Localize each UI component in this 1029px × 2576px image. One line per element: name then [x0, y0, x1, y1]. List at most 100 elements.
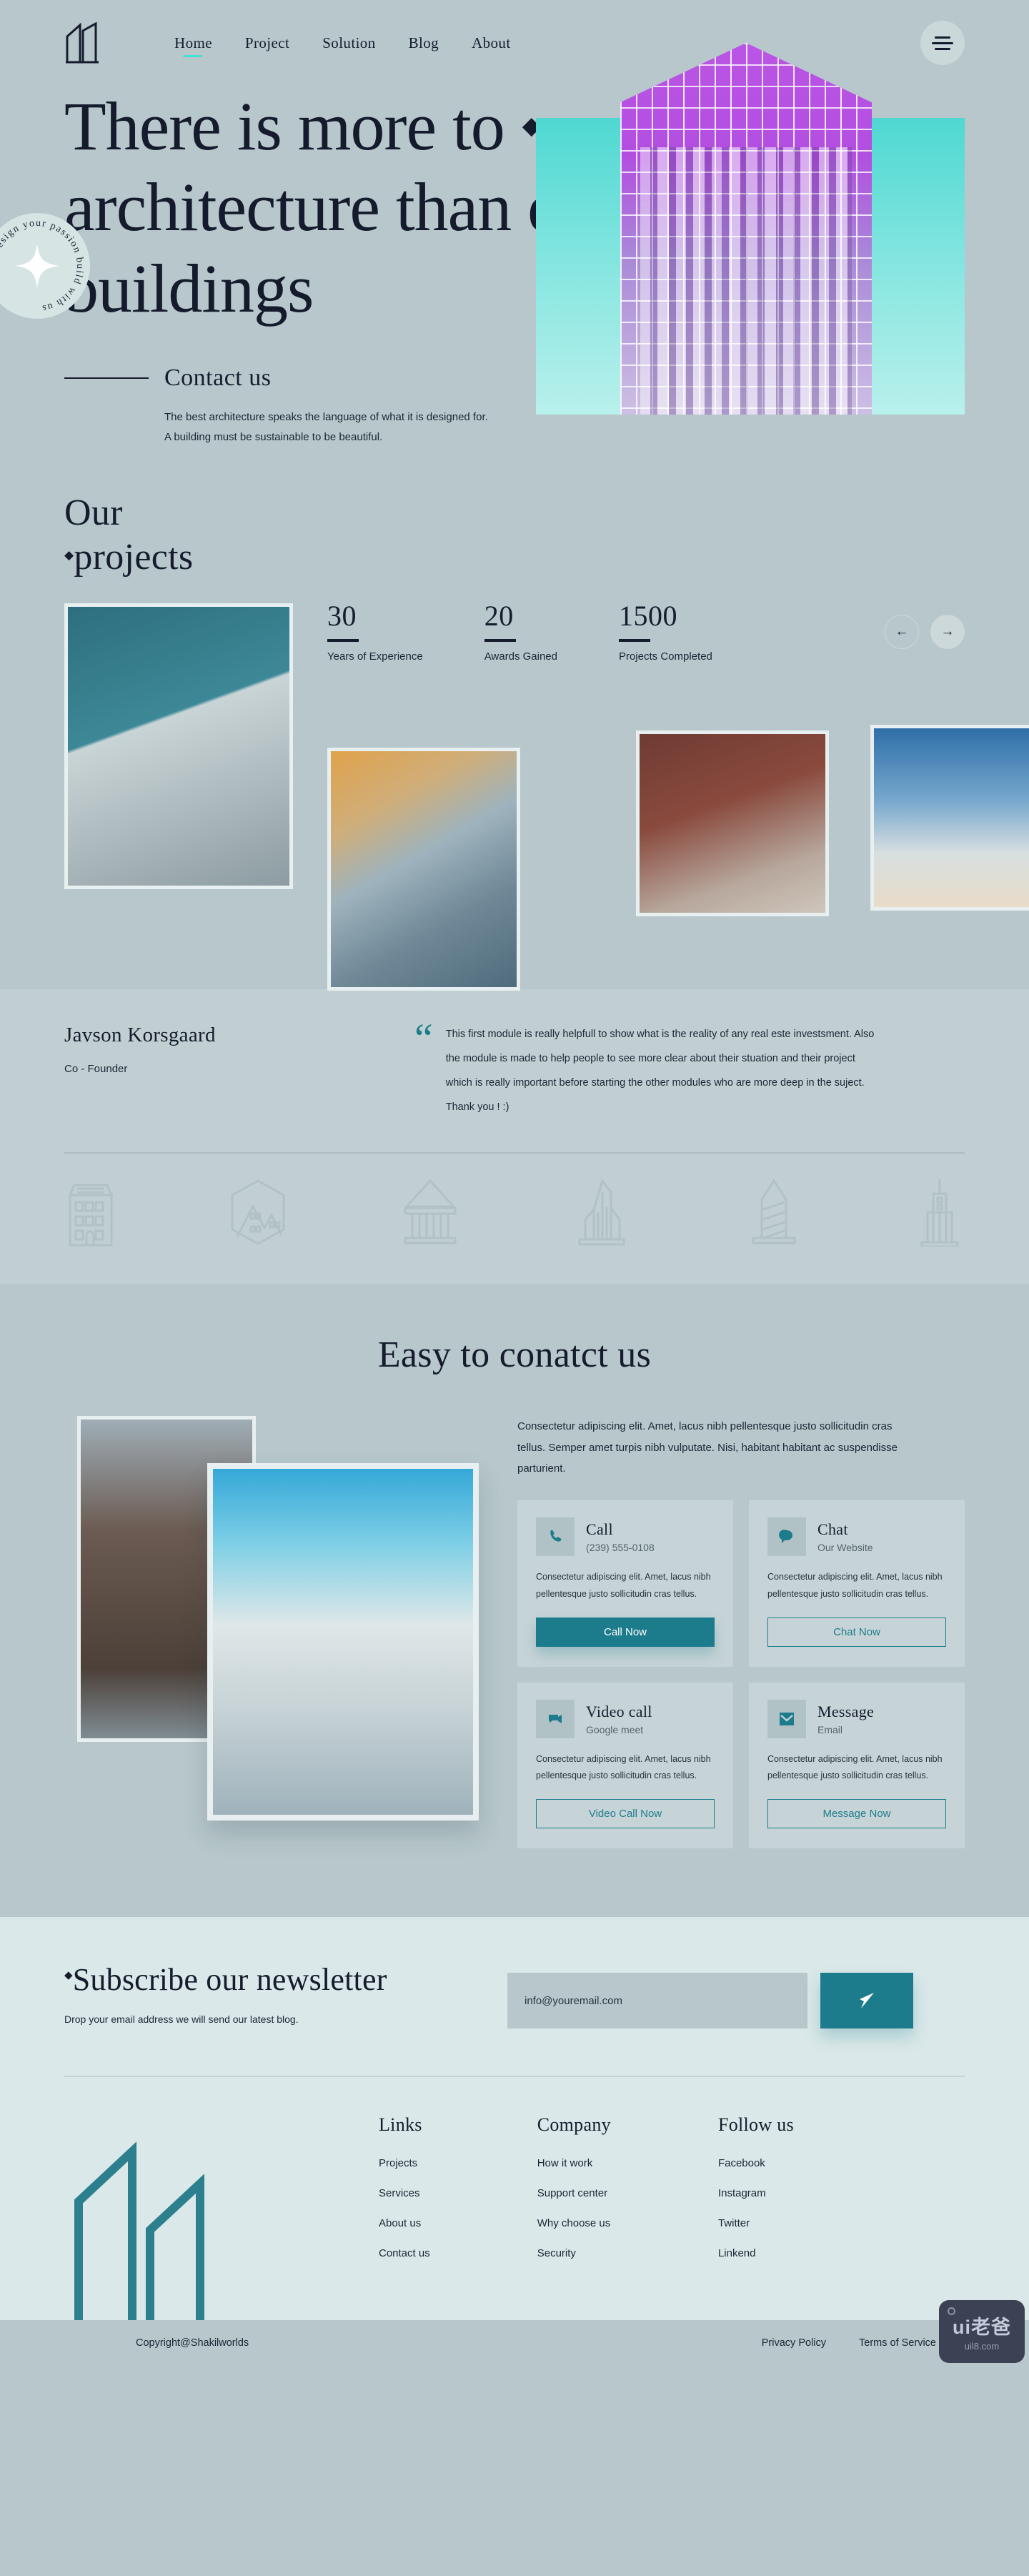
contact-rule — [64, 377, 149, 379]
contact-card-video: Video call Google meet Consectetur adipi… — [517, 1682, 733, 1849]
project-photo-4[interactable] — [870, 725, 1029, 911]
footer-column-title: Follow us — [717, 2114, 794, 2136]
card-title: Video call — [586, 1702, 652, 1720]
project-photo-3[interactable] — [636, 730, 829, 917]
hero-section: There is more to ◆ architecture than des… — [0, 43, 1029, 447]
copyright-text: Copyright@Shakilworlds — [136, 2337, 249, 2349]
contact-card-message: Message Email Consectetur adipiscing eli… — [749, 1682, 965, 1849]
stat-underline — [484, 639, 516, 643]
card-subtitle: Our Website — [817, 1542, 873, 1554]
projects-section: Our ◆projects 30 Years of Experience 20 … — [0, 447, 1029, 991]
chat-bubble-icon — [767, 1517, 806, 1557]
footer-link-how-it-work[interactable]: How it work — [537, 2157, 611, 2169]
phone-icon — [536, 1517, 575, 1557]
testimonial-quote: This first module is really helpfull to … — [445, 1029, 875, 1114]
footer-column-links: Links Projects Services About us Contact… — [379, 2114, 430, 2277]
video-camera-icon — [536, 1699, 575, 1738]
stat-label: Awards Gained — [484, 650, 557, 663]
building-logo-icon[interactable] — [64, 21, 109, 64]
partner-logos — [0, 1154, 1029, 1284]
obelisk-tower-icon — [752, 1179, 796, 1244]
project-photo-2[interactable] — [327, 748, 520, 991]
newsletter-heading-text: Subscribe our newsletter — [72, 1962, 387, 1998]
nav-item-home[interactable]: Home — [174, 34, 212, 57]
card-title: Message — [817, 1702, 875, 1720]
projects-heading-line-1: Our — [64, 492, 123, 534]
hamburger-icon-line-1 — [935, 36, 950, 39]
hamburger-icon-line-3 — [935, 47, 950, 50]
footer-column-title: Links — [379, 2114, 422, 2136]
footer-columns: Links Projects Services About us Contact… — [314, 2077, 1029, 2320]
message-now-button[interactable]: Message Now — [767, 1799, 946, 1829]
stat-number: 20 — [484, 600, 514, 633]
copyright-bar: Copyright@Shakilworlds Privacy Policy Te… — [0, 2320, 1029, 2367]
hero-contact-block: Contact us The best architecture speaks … — [64, 365, 965, 447]
project-photo-1[interactable] — [64, 603, 293, 890]
watermark-main: ui老爸 — [953, 2317, 1011, 2339]
footer-link-facebook[interactable]: Facebook — [718, 2157, 794, 2169]
easy-contact-heading: Easy to conatct us — [377, 1334, 652, 1376]
contact-cards: Call (239) 555-0108 Consectetur adipisci… — [517, 1500, 965, 1849]
aqua-tower-photo — [207, 1463, 479, 1821]
four-point-star-icon — [15, 244, 59, 288]
easy-contact-lead: Consectetur adipiscing elit. Amet, lacus… — [517, 1420, 898, 1475]
footer-link-support-center[interactable]: Support center — [537, 2187, 611, 2199]
gallery-arrows: ← → — [885, 615, 965, 650]
newsletter-email-input[interactable] — [507, 1973, 807, 2029]
chat-now-button[interactable]: Chat Now — [767, 1617, 946, 1647]
footer-link-why-choose-us[interactable]: Why choose us — [537, 2217, 611, 2229]
watermark-dot-icon — [948, 2307, 955, 2316]
card-body: Consectetur adipiscing elit. Amet, lacus… — [536, 1753, 711, 1781]
hexagon-mountain-icon — [231, 1179, 285, 1245]
hero-title-line-2: architecture than designing — [64, 169, 789, 246]
uil8-watermark: ui老爸 uil8.com — [939, 2300, 1025, 2364]
footer-link-security[interactable]: Security — [537, 2247, 611, 2259]
contact-heading: Contact us — [164, 364, 272, 391]
hamburger-icon-line-2 — [932, 41, 953, 44]
diamond-icon: ◆ — [64, 1970, 73, 1982]
projects-gallery: 30 Years of Experience 20 Awards Gained … — [64, 589, 1029, 991]
footer-column-company: Company How it work Support center Why c… — [537, 2114, 611, 2277]
projects-heading: Our ◆projects — [64, 491, 965, 579]
footer-link-projects[interactable]: Projects — [379, 2157, 430, 2169]
paper-plane-icon — [860, 1993, 874, 2009]
footer-link-services[interactable]: Services — [379, 2187, 430, 2199]
hero-title-line-1: There is more to — [64, 88, 505, 164]
footer-link-contact-us[interactable]: Contact us — [379, 2247, 430, 2259]
footer-link-twitter[interactable]: Twitter — [718, 2217, 794, 2229]
testimonial-section: Javson Korsgaard Co - Founder “ This fir… — [0, 989, 1029, 1284]
stat-number: 30 — [327, 600, 357, 633]
stat-projects: 1500 Projects Completed — [619, 602, 712, 663]
nav-item-project[interactable]: Project — [245, 34, 289, 52]
nav-item-solution[interactable]: Solution — [322, 34, 375, 52]
rotating-badge: Design your passion build with us — [0, 213, 90, 319]
classical-temple-icon — [404, 1179, 457, 1244]
stat-number: 1500 — [619, 600, 677, 633]
envelope-icon — [767, 1699, 806, 1738]
newsletter-sub: Drop your email address we will send our… — [64, 2013, 299, 2026]
card-title: Chat — [817, 1520, 848, 1539]
hamburger-menu-button[interactable] — [920, 21, 965, 65]
arrow-right-icon[interactable]: → — [930, 615, 965, 650]
footer-link-instagram[interactable]: Instagram — [718, 2187, 794, 2199]
arrow-left-icon[interactable]: ← — [885, 615, 919, 650]
newsletter-send-button[interactable] — [820, 1973, 913, 2029]
terms-of-service-link[interactable]: Terms of Service — [859, 2337, 936, 2349]
stats-row: 30 Years of Experience 20 Awards Gained … — [327, 602, 712, 663]
nav-item-about[interactable]: About — [472, 34, 511, 52]
nav-item-blog[interactable]: Blog — [409, 34, 439, 52]
newsletter-heading: ◆Subscribe our newsletter — [64, 1961, 507, 1998]
testimonial-name: Javson Korsgaard — [64, 1024, 216, 1047]
footer-column-title: Company — [537, 2114, 611, 2136]
privacy-policy-link[interactable]: Privacy Policy — [762, 2337, 826, 2349]
footer-link-linkend[interactable]: Linkend — [718, 2247, 794, 2259]
footer-link-about-us[interactable]: About us — [379, 2217, 430, 2229]
call-now-button[interactable]: Call Now — [536, 1617, 715, 1647]
stat-years: 30 Years of Experience — [327, 602, 423, 663]
video-call-now-button[interactable]: Video Call Now — [536, 1799, 715, 1829]
card-body: Consectetur adipiscing elit. Amet, lacus… — [536, 1572, 711, 1599]
easy-contact-section: Easy to conatct us Consectetur adipiscin… — [0, 1284, 1029, 1918]
card-title: Call — [586, 1520, 613, 1539]
stat-underline — [327, 639, 359, 643]
main-nav: Home Project Solution Blog About — [174, 34, 511, 57]
